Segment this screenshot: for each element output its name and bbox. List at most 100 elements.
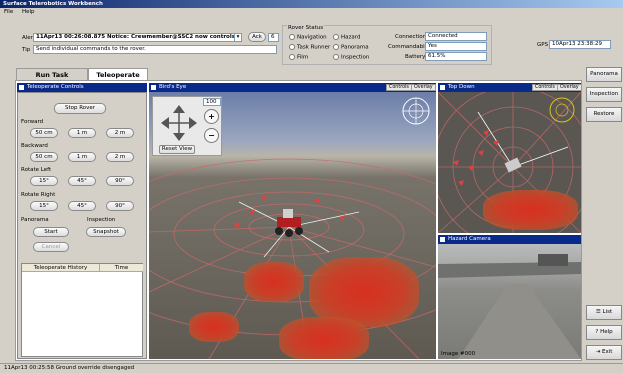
radio-icon xyxy=(289,54,295,60)
teleop-header: Teleoperate Controls xyxy=(17,83,147,92)
inspection-label: Inspection xyxy=(87,217,116,223)
mode-panorama-label: Panorama xyxy=(341,44,369,51)
hazard-camera-image: Image #000 xyxy=(438,244,581,359)
birds-eye-controls-button[interactable]: Controls xyxy=(386,84,412,91)
zoom-value[interactable]: 100 xyxy=(203,98,221,106)
history-col-header[interactable]: Teleoperate History xyxy=(22,264,100,272)
rotate-right-90-button[interactable]: 90° xyxy=(106,201,134,211)
mode-navigation[interactable]: Navigation xyxy=(289,34,327,41)
birds-eye-header: Bird's Eye Controls Overlay xyxy=(149,83,436,92)
mode-task-runner-label: Task Runner xyxy=(297,44,331,51)
zoom-in-icon[interactable]: + xyxy=(204,109,219,124)
list-button[interactable]: ☰ List xyxy=(586,305,622,320)
mode-hazard-label: Hazard xyxy=(341,34,361,41)
terrain-heat-blob xyxy=(244,262,304,302)
rotate-right-45-button[interactable]: 45° xyxy=(68,201,96,211)
exit-button[interactable]: ⇥ Exit xyxy=(586,345,622,360)
collapse-icon[interactable] xyxy=(151,85,156,90)
collapse-icon[interactable] xyxy=(440,237,445,242)
backward-50cm-button[interactable]: 50 cm xyxy=(30,152,58,162)
radio-icon xyxy=(333,54,339,60)
pan-arrows-icon[interactable] xyxy=(157,101,201,145)
panorama-cancel-button[interactable]: Cancel xyxy=(33,242,69,252)
reset-view-button[interactable]: Reset View xyxy=(159,145,195,154)
help-button[interactable]: ? Help xyxy=(586,325,622,340)
mode-panorama[interactable]: Panorama xyxy=(333,44,369,51)
compass-icon xyxy=(549,97,575,123)
exit-label: Exit xyxy=(601,349,613,355)
connection-label: Connection xyxy=(395,34,427,40)
commandable-value: Yes xyxy=(425,42,487,51)
collapse-icon[interactable] xyxy=(19,85,24,90)
top-down-view[interactable] xyxy=(438,92,581,233)
radio-icon xyxy=(289,44,295,50)
commandable-label: Commandable xyxy=(388,44,429,50)
backward-2m-button[interactable]: 2 m xyxy=(106,152,134,162)
mode-film[interactable]: Film xyxy=(289,54,308,61)
stop-rover-button[interactable]: Stop Rover xyxy=(54,103,106,114)
mode-task-runner[interactable]: Task Runner xyxy=(289,44,330,51)
rover-model xyxy=(275,209,303,237)
terrain-heat-blob xyxy=(189,312,239,342)
backward-label: Backward xyxy=(21,143,48,149)
history-table: Teleoperate History Time xyxy=(21,263,143,357)
tip-field: Send individual commands to the rover. xyxy=(33,45,277,54)
tab-teleoperate[interactable]: Teleoperate xyxy=(88,68,148,80)
inspection-side-button[interactable]: Inspection xyxy=(586,87,622,102)
menu-help[interactable]: Help xyxy=(22,9,35,15)
rotate-left-90-button[interactable]: 90° xyxy=(106,176,134,186)
alert-field[interactable]: 11Apr13 00:26:08.875 Notice: Crewmember@… xyxy=(33,33,235,42)
birds-eye-overlay-button[interactable]: Overlay xyxy=(411,84,436,91)
radio-icon xyxy=(333,34,339,40)
tab-run-task-sequence[interactable]: Run Task Sequence xyxy=(16,68,88,91)
mode-inspection[interactable]: Inspection xyxy=(333,54,369,61)
snapshot-button[interactable]: Snapshot xyxy=(86,227,126,237)
radio-icon xyxy=(333,44,339,50)
rotate-right-label: Rotate Right xyxy=(21,192,56,198)
tip-label: Tip xyxy=(22,47,31,53)
birds-eye-view[interactable]: 100 + − Reset View xyxy=(149,92,436,359)
top-down-title: Top Down xyxy=(448,84,475,90)
rover-top-icon xyxy=(504,157,522,173)
list-icon: ☰ xyxy=(595,309,603,315)
hazard-scene xyxy=(438,254,581,359)
panorama-side-button[interactable]: Panorama xyxy=(586,67,622,82)
panorama-start-button[interactable]: Start xyxy=(33,227,69,237)
top-down-controls-button[interactable]: Controls xyxy=(532,84,558,91)
view-nav-pad: 100 + − Reset View xyxy=(152,96,222,156)
forward-50cm-button[interactable]: 50 cm xyxy=(30,128,58,138)
battery-value: 61.5% xyxy=(425,52,487,61)
backward-1m-button[interactable]: 1 m xyxy=(68,152,96,162)
ack-button[interactable]: Ack xyxy=(248,32,266,42)
forward-2m-button[interactable]: 2 m xyxy=(106,128,134,138)
mode-inspection-label: Inspection xyxy=(341,54,370,61)
menu-bar: File Help xyxy=(0,8,623,17)
rotate-right-15-button[interactable]: 15° xyxy=(30,201,58,211)
rover-status-title: Rover Status xyxy=(287,25,325,31)
ack-count: 6 xyxy=(268,33,279,42)
mode-navigation-label: Navigation xyxy=(297,34,327,41)
time-col-header[interactable]: Time xyxy=(100,264,143,272)
rotate-left-label: Rotate Left xyxy=(21,167,52,173)
teleop-title: Teleoperate Controls xyxy=(27,84,84,90)
window-title: Surface Telerobotics Workbench xyxy=(0,0,623,8)
collapse-icon[interactable] xyxy=(440,85,445,90)
panorama-label: Panorama xyxy=(21,217,49,223)
battery-label: Battery xyxy=(405,54,426,60)
top-down-overlay-button[interactable]: Overlay xyxy=(557,84,582,91)
alert-dropdown-icon[interactable]: ▾ xyxy=(234,33,242,42)
hazard-camera-header: Hazard Camera xyxy=(438,235,581,244)
forward-label: Forward xyxy=(21,119,44,125)
rotate-left-45-button[interactable]: 45° xyxy=(68,176,96,186)
forward-1m-button[interactable]: 1 m xyxy=(68,128,96,138)
menu-file[interactable]: File xyxy=(4,9,13,15)
mode-hazard[interactable]: Hazard xyxy=(333,34,360,41)
hazard-camera-title: Hazard Camera xyxy=(448,236,491,242)
top-down-header: Top Down Controls Overlay xyxy=(438,83,582,92)
zoom-out-icon[interactable]: − xyxy=(204,128,219,143)
rotate-left-15-button[interactable]: 15° xyxy=(30,176,58,186)
hazard-image-label: Image #000 xyxy=(441,351,476,357)
list-label: List xyxy=(602,309,613,315)
restore-side-button[interactable]: Restore xyxy=(586,107,622,122)
connection-value: Connected xyxy=(425,32,487,41)
